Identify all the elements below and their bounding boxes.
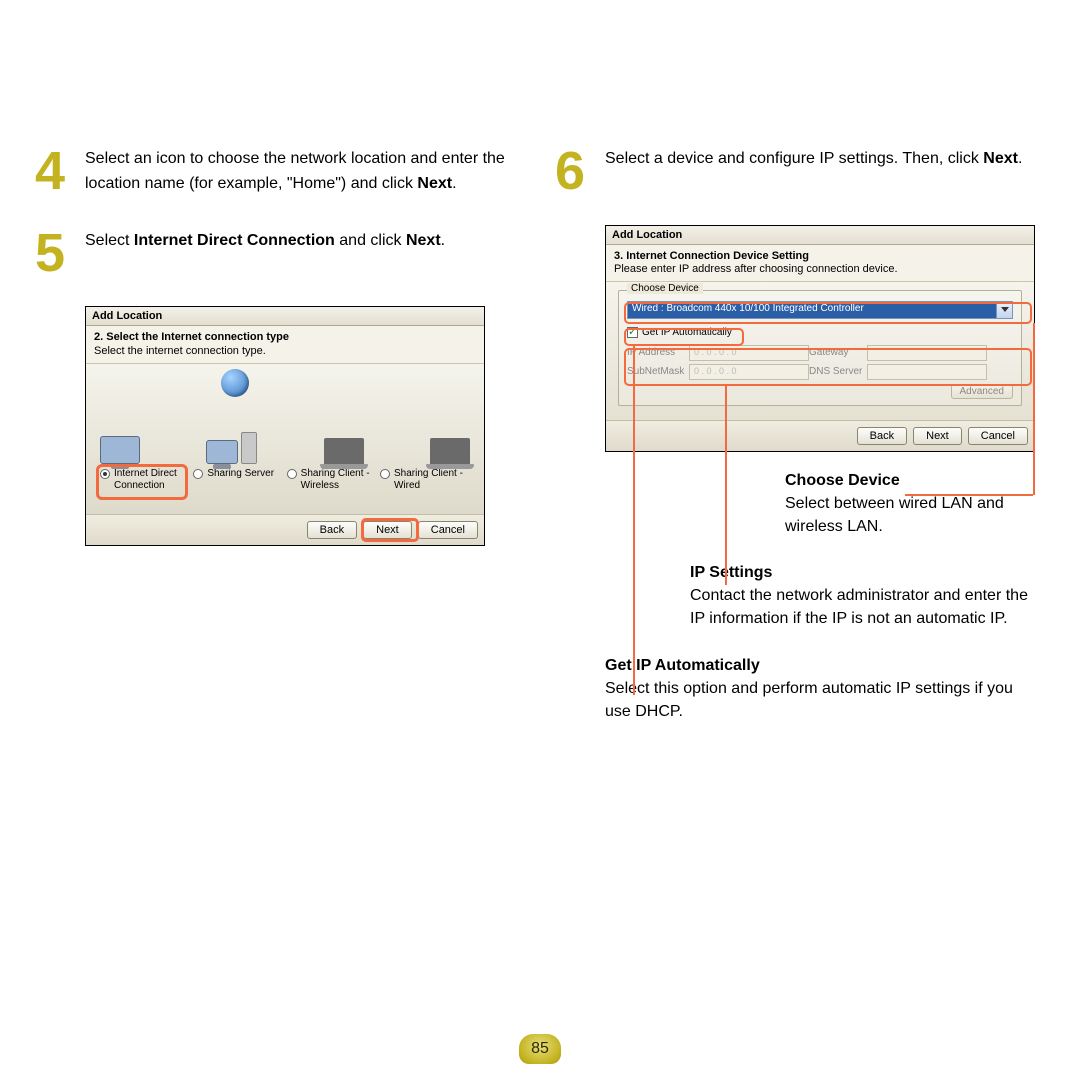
dialog-heading: 2. Select the Internet connection type — [86, 326, 484, 345]
label-dns: DNS Server — [809, 366, 867, 377]
dialog-desc: Please enter IP address after choosing c… — [606, 263, 1034, 282]
icon-sharing-client-wired — [430, 438, 470, 464]
field-ip-address[interactable]: 0 . 0 . 0 . 0 — [689, 345, 809, 361]
group-label: Choose Device — [627, 283, 703, 294]
option-sharing-client-wireless[interactable]: Sharing Client - Wireless — [287, 468, 377, 491]
radio-icon — [380, 469, 390, 479]
radio-icon — [193, 469, 203, 479]
icon-direct-connection — [100, 436, 140, 464]
field-subnetmask[interactable]: 0 . 0 . 0 . 0 — [689, 364, 809, 380]
option-sharing-client-wired[interactable]: Sharing Client - Wired — [380, 468, 470, 491]
next-button[interactable]: Next — [913, 427, 962, 445]
back-button[interactable]: Back — [307, 521, 357, 539]
step-6-text: Select a device and configure IP setting… — [605, 145, 1022, 195]
callout-line — [905, 494, 1033, 496]
step-number-4: 4 — [35, 149, 85, 197]
device-selected: Wired : Broadcom 440x 10/100 Integrated … — [628, 302, 996, 318]
choose-device-group: Choose Device Wired : Broadcom 440x 10/1… — [618, 290, 1022, 406]
dialog-heading: 3. Internet Connection Device Setting — [606, 245, 1034, 263]
icon-sharing-server — [206, 432, 257, 464]
radio-icon — [100, 469, 110, 479]
device-dropdown[interactable]: Wired : Broadcom 440x 10/100 Integrated … — [627, 301, 1013, 319]
annotation-choose-device: Choose Device Select between wired LAN a… — [785, 472, 1035, 538]
advanced-button[interactable]: Advanced — [951, 384, 1013, 399]
ip-settings-grid: IP Address 0 . 0 . 0 . 0 Gateway SubNetM… — [627, 345, 1013, 380]
option-internet-direct[interactable]: Internet Direct Connection — [100, 468, 190, 491]
checkbox-icon — [627, 327, 638, 338]
cancel-button[interactable]: Cancel — [968, 427, 1028, 445]
radio-icon — [287, 469, 297, 479]
label-ip-address: IP Address — [627, 347, 689, 358]
cancel-button[interactable]: Cancel — [418, 521, 478, 539]
field-gateway[interactable] — [867, 345, 987, 361]
callout-line — [633, 345, 635, 695]
step-4-text: Select an icon to choose the network loc… — [85, 145, 515, 197]
annotation-get-ip-auto: Get IP Automatically Select this option … — [605, 657, 1035, 723]
step-number-5: 5 — [35, 231, 85, 277]
dropdown-arrow-icon — [996, 302, 1012, 318]
label-gateway: Gateway — [809, 347, 867, 358]
callout-line — [1033, 323, 1035, 495]
step-5-text: Select Internet Direct Connection and cl… — [85, 227, 445, 277]
back-button[interactable]: Back — [857, 427, 907, 445]
annotation-ip-settings: IP Settings Contact the network administ… — [690, 564, 1035, 630]
callout-line — [725, 385, 727, 585]
next-button[interactable]: Next — [363, 521, 412, 539]
field-dns[interactable] — [867, 364, 987, 380]
dialog-title: Add Location — [86, 307, 484, 326]
step-6: 6 Select a device and configure IP setti… — [555, 145, 1035, 195]
dialog-title: Add Location — [606, 226, 1034, 245]
label-subnetmask: SubNetMask — [627, 366, 689, 377]
option-sharing-server[interactable]: Sharing Server — [193, 468, 283, 491]
step-4: 4 Select an icon to choose the network l… — [35, 145, 515, 197]
get-ip-auto-checkbox[interactable]: Get IP Automatically — [627, 327, 732, 338]
step-number-6: 6 — [555, 149, 605, 195]
dialog-desc: Select the internet connection type. — [86, 345, 484, 364]
icon-sharing-client-wireless — [324, 438, 364, 464]
step-5: 5 Select Internet Direct Connection and … — [35, 227, 515, 277]
screenshot-connection-type: Add Location 2. Select the Internet conn… — [85, 306, 485, 546]
screenshot-device-setting: Add Location 3. Internet Connection Devi… — [605, 225, 1035, 452]
page-number: 85 — [519, 1034, 561, 1064]
